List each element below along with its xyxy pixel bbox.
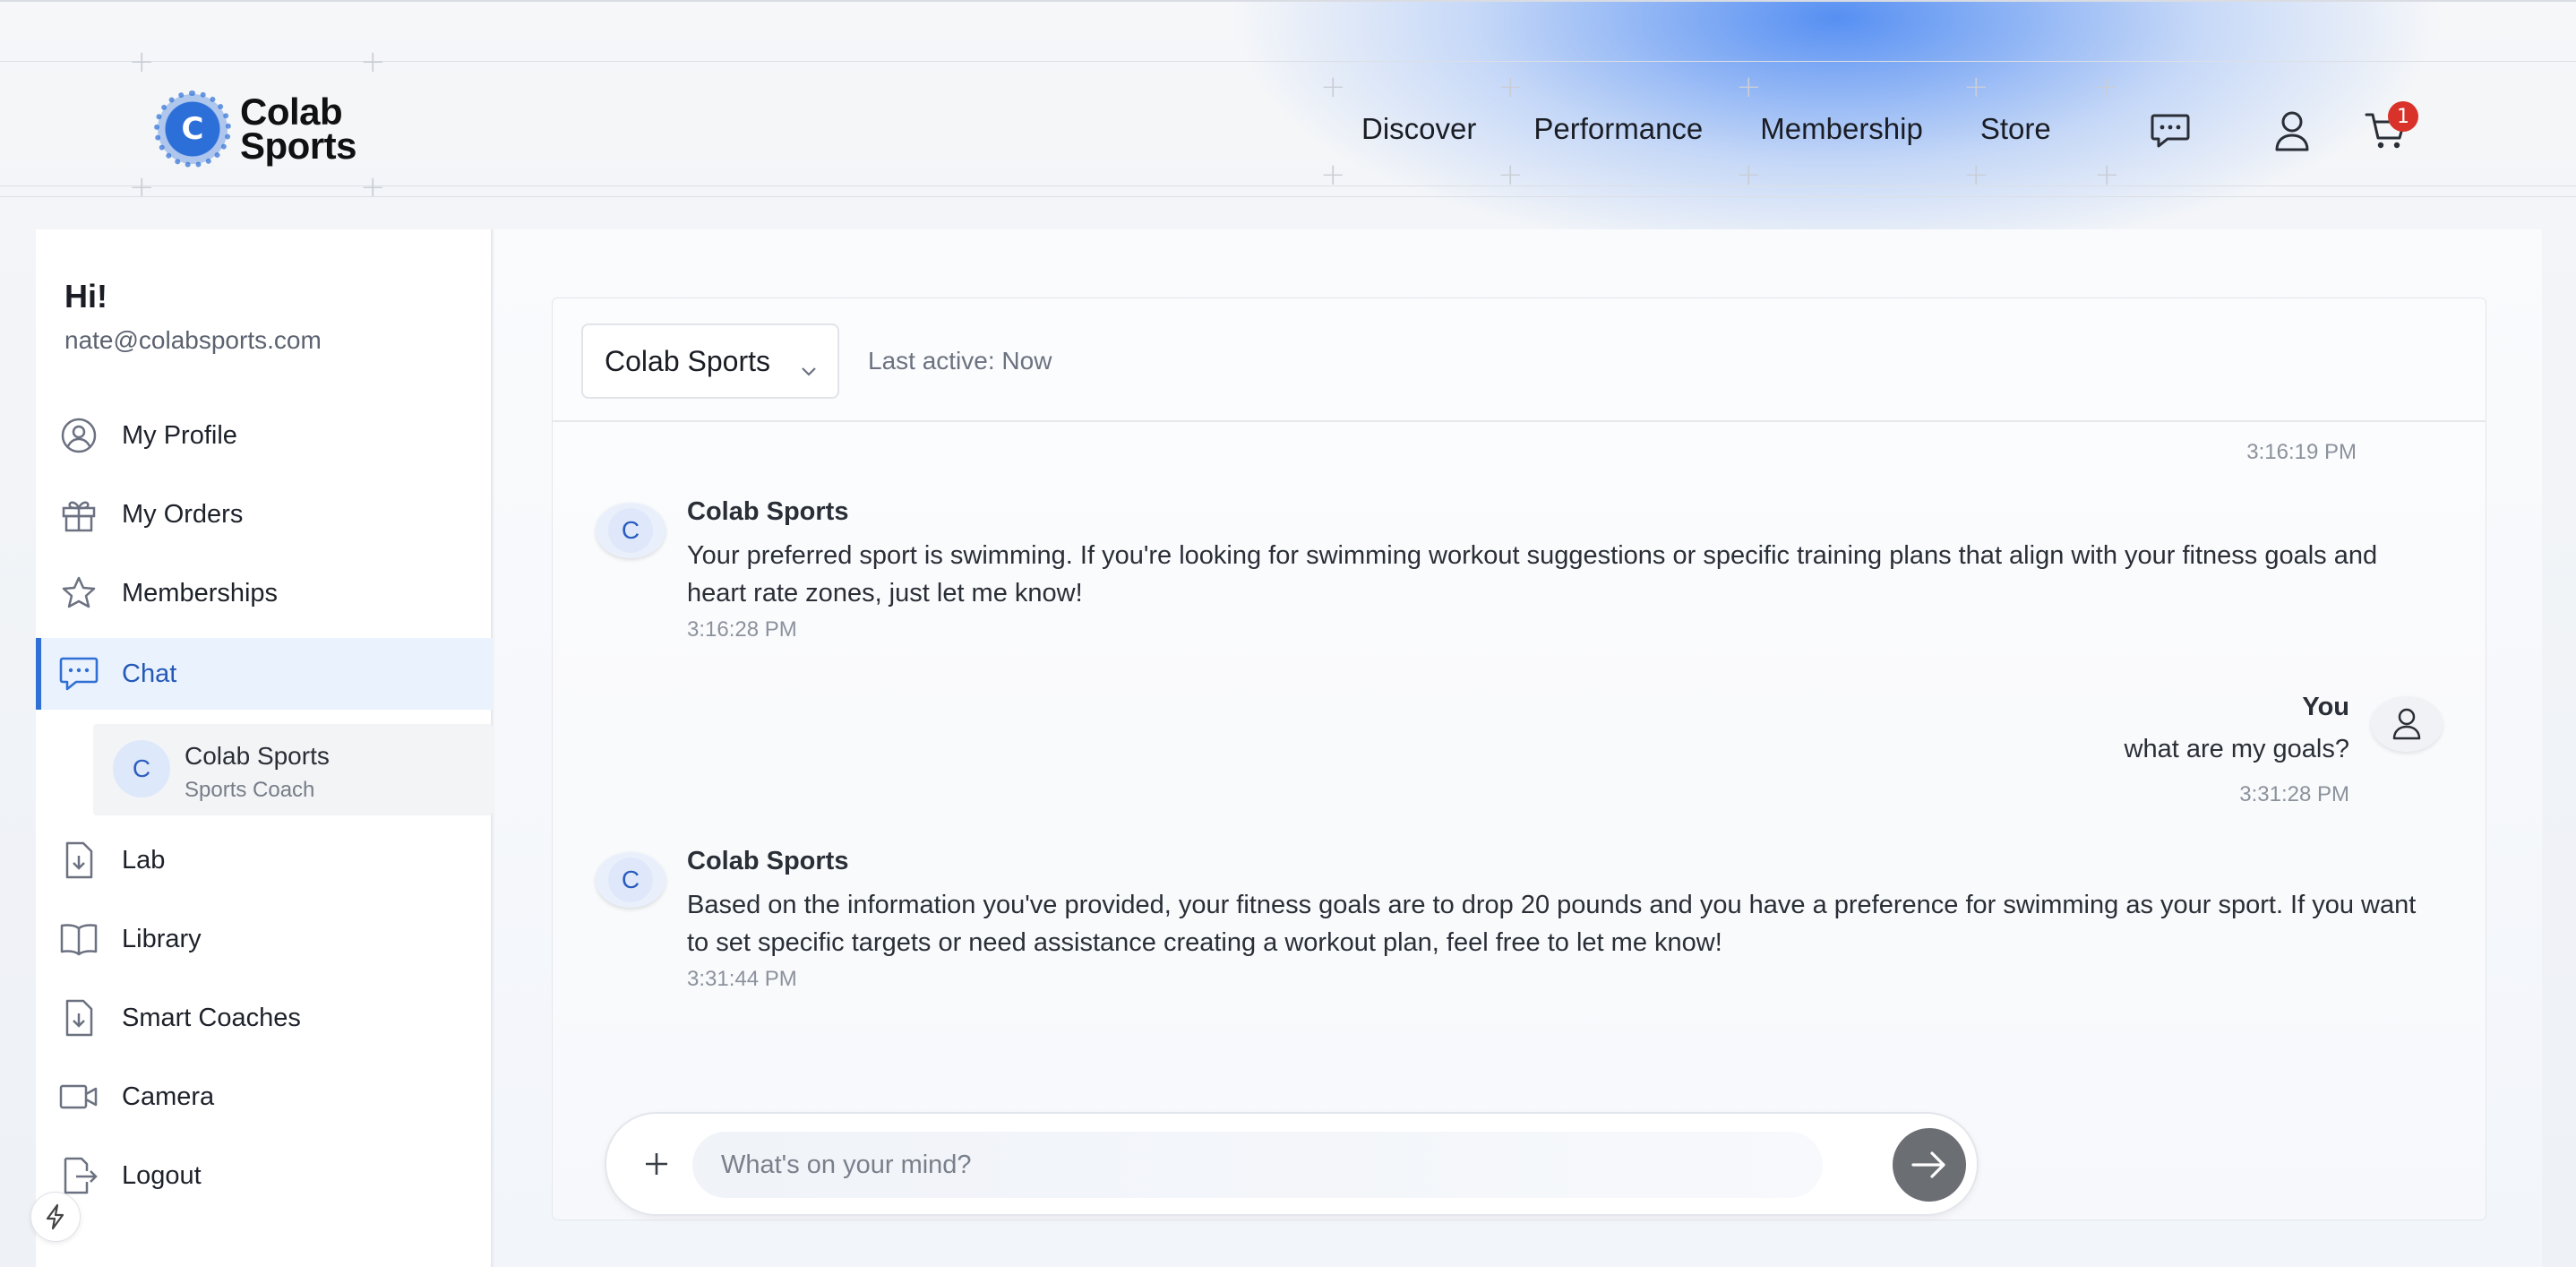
decor-plus: + xyxy=(2094,157,2120,193)
coach-select[interactable]: Colab Sports xyxy=(581,323,839,399)
sidebar-item-memberships[interactable]: Memberships xyxy=(36,557,493,629)
cart-icon[interactable]: 1 xyxy=(2361,101,2418,155)
video-camera-icon xyxy=(59,1077,99,1116)
decor-plus: + xyxy=(129,44,155,80)
brand-logo[interactable]: C Colab Sports xyxy=(154,90,357,168)
coach-select-value: Colab Sports xyxy=(605,344,770,377)
sidebar-item-label: Memberships xyxy=(122,578,279,608)
sidebar-item-label: Library xyxy=(122,924,202,953)
user-circle-icon xyxy=(59,416,99,455)
chat-icon[interactable] xyxy=(2146,107,2194,155)
sidebar-item-label: Lab xyxy=(122,845,166,875)
user-icon[interactable] xyxy=(2268,107,2316,155)
sidebar-item-smart-coaches[interactable]: Smart Coaches xyxy=(36,982,493,1054)
sidebar-item-label: Chat xyxy=(122,659,177,688)
decor-plus: + xyxy=(2094,69,2120,105)
chat-main: Colab Sports Last active: Now 3:16:19 PM… xyxy=(494,229,2542,1267)
last-active-status: Last active: Now xyxy=(868,347,1052,375)
cart-count-badge: 1 xyxy=(2388,101,2418,132)
avatar: C xyxy=(596,503,665,558)
message-timestamp: 3:31:28 PM xyxy=(2239,782,2349,806)
decor-plus: + xyxy=(1320,69,1346,105)
sidebar-item-label: My Profile xyxy=(122,420,237,450)
account-sidebar: Hi! nate@colabsports.com My Profile My O… xyxy=(36,229,493,1267)
decor-plus: + xyxy=(1320,157,1346,193)
main-nav: Discover Performance Membership Store xyxy=(1361,112,2108,146)
message-sender: You xyxy=(2302,693,2349,721)
logo-icon: C xyxy=(154,90,231,168)
nav-performance[interactable]: Performance xyxy=(1533,112,1703,146)
sidebar-item-label: Camera xyxy=(122,1082,215,1111)
decor-plus: + xyxy=(1736,157,1762,193)
decor-plus: + xyxy=(1963,157,1989,193)
gift-icon xyxy=(59,495,99,534)
lightning-icon[interactable] xyxy=(30,1192,81,1242)
sidebar-item-my-orders[interactable]: My Orders xyxy=(36,478,493,550)
sidebar-item-label: Logout xyxy=(122,1160,202,1190)
user-icon xyxy=(2371,696,2443,752)
file-download-icon xyxy=(59,840,99,880)
sidebar-item-lab[interactable]: Lab xyxy=(36,824,493,896)
top-border xyxy=(0,0,2576,2)
message-composer xyxy=(605,1112,1979,1216)
message-timestamp: 3:16:19 PM xyxy=(2246,440,2357,464)
decor-plus: + xyxy=(360,44,386,80)
top-header: + + + + + + + + + + + + + + C Colab Spor… xyxy=(0,47,2576,203)
book-icon xyxy=(59,919,99,959)
avatar: C xyxy=(113,740,170,797)
logout-icon xyxy=(59,1156,99,1195)
message-list: 3:16:19 PM C Colab Sports Your preferred… xyxy=(553,422,2486,1049)
decor-plus: + xyxy=(1736,69,1762,105)
nav-discover[interactable]: Discover xyxy=(1361,112,1476,146)
message-sender: Colab Sports xyxy=(687,497,849,526)
message-text: Your preferred sport is swimming. If you… xyxy=(687,541,2378,608)
decor-plus: + xyxy=(1498,157,1524,193)
sidebar-item-label: Smart Coaches xyxy=(122,1003,301,1032)
message-timestamp: 3:16:28 PM xyxy=(687,617,797,642)
nav-store[interactable]: Store xyxy=(1980,112,2051,146)
sidebar-item-camera[interactable]: Camera xyxy=(36,1061,493,1133)
coach-name: Colab Sports xyxy=(185,742,330,770)
decor-plus: + xyxy=(129,169,155,205)
message-input[interactable] xyxy=(692,1132,1823,1198)
decor-plus: + xyxy=(1498,69,1524,105)
file-download-icon xyxy=(59,998,99,1038)
add-attachment-icon[interactable] xyxy=(635,1142,678,1185)
greeting: Hi! xyxy=(64,278,107,315)
decor-plus: + xyxy=(1963,69,1989,105)
chat-icon xyxy=(59,654,99,694)
message-text: Based on the information you've provided… xyxy=(687,891,2417,957)
sidebar-item-my-profile[interactable]: My Profile xyxy=(36,400,493,471)
sidebar-item-label: My Orders xyxy=(122,499,244,529)
message-timestamp: 3:31:44 PM xyxy=(687,967,797,991)
avatar: C xyxy=(596,852,665,908)
chevron-down-icon xyxy=(800,352,818,385)
message-text: what are my goals? xyxy=(2124,735,2349,763)
sidebar-item-chat[interactable]: Chat xyxy=(36,638,493,710)
message-sender: Colab Sports xyxy=(687,847,849,875)
chat-panel: Colab Sports Last active: Now 3:16:19 PM… xyxy=(552,297,2486,1220)
user-email: nate@colabsports.com xyxy=(64,326,322,354)
sidebar-item-library[interactable]: Library xyxy=(36,903,493,975)
coach-role: Sports Coach xyxy=(185,778,315,802)
sidebar-item-logout[interactable]: Logout xyxy=(36,1140,493,1211)
send-button[interactable] xyxy=(1893,1128,1966,1202)
nav-membership[interactable]: Membership xyxy=(1760,112,1923,146)
brand-name: Colab Sports xyxy=(240,90,357,167)
star-icon xyxy=(59,573,99,613)
decor-plus: + xyxy=(360,169,386,205)
chat-coach-item[interactable]: C Colab Sports Sports Coach xyxy=(93,724,493,815)
